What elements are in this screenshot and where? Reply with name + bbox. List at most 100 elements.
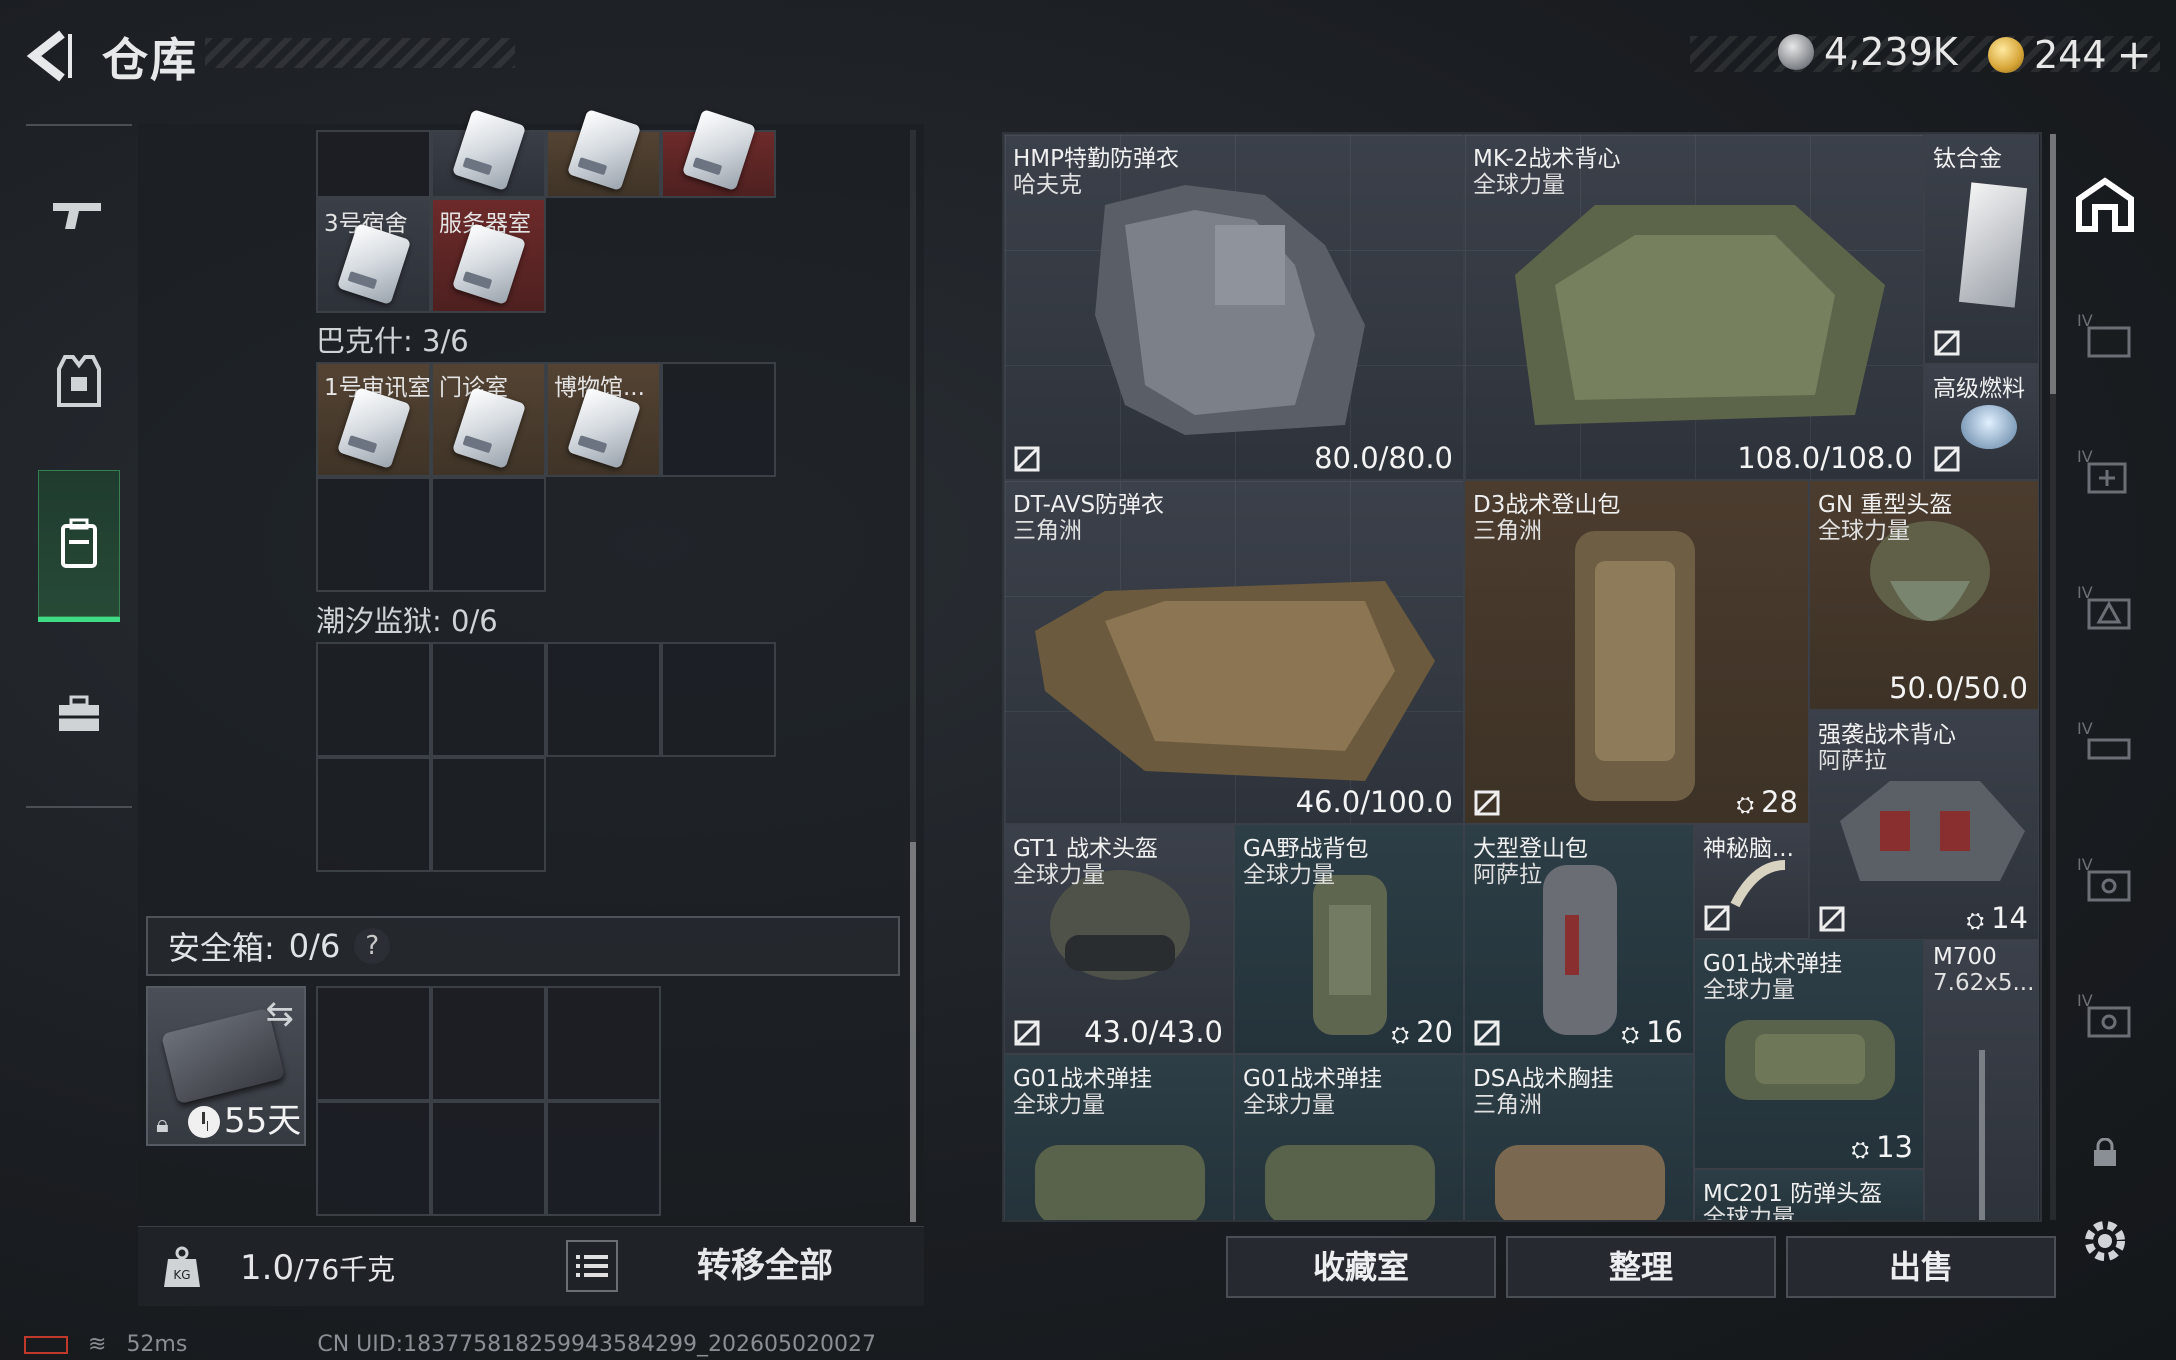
- item-large-backpack[interactable]: 大型登山包 阿萨拉 ⛭ 16: [1464, 824, 1694, 1054]
- settings-button[interactable]: [2070, 1206, 2140, 1276]
- bag-image: [1265, 1145, 1435, 1220]
- warehouse-tab-iv-6[interactable]: IV: [2070, 980, 2140, 1050]
- warehouse-icon: [2076, 177, 2134, 232]
- warehouse-scroll-thumb[interactable]: [2050, 134, 2056, 394]
- battery-icon: [24, 1335, 68, 1354]
- item-dt-avs-vest[interactable]: DT-AVS防弹衣 三角洲 46.0/100.0: [1004, 480, 1464, 824]
- svg-text:IV: IV: [2077, 719, 2093, 738]
- item-mk2-vest[interactable]: MK-2战术背心 全球力量 108.0/108.0: [1464, 134, 1924, 480]
- grid-cell: [316, 642, 431, 757]
- item-gn-helmet[interactable]: GN 重型头盔 全球力量 50.0/50.0: [1809, 480, 2039, 710]
- item-g01-chest-rig[interactable]: G01战术弹挂 全球力量: [1234, 1054, 1464, 1220]
- item-m700-ammo[interactable]: M700 7.62x5...: [1924, 939, 2039, 1220]
- keycard-clinic[interactable]: 门诊室: [431, 362, 546, 477]
- grid-cell: [546, 642, 661, 757]
- item-premium-fuel[interactable]: 高级燃料: [1924, 364, 2039, 480]
- keycard-dorm-3[interactable]: 3号宿舍: [316, 198, 431, 313]
- safe-days-remaining: 55天: [224, 1101, 302, 1141]
- sort-button[interactable]: 整理: [1506, 1236, 1776, 1298]
- keycard-museum[interactable]: 博物馆...: [546, 362, 661, 477]
- camera-box-icon: IV: [2077, 991, 2131, 1038]
- warehouse-tab-iv-3[interactable]: IV: [2070, 572, 2140, 642]
- gear-box-icon: IV: [2077, 855, 2131, 902]
- warehouse-tab-iv-5[interactable]: IV: [2070, 844, 2140, 914]
- svg-text:KG: KG: [173, 1268, 190, 1282]
- safe-slot: [316, 986, 431, 1101]
- item-ga-backpack[interactable]: GA野战背包 全球力量 ⛭ 20: [1234, 824, 1464, 1054]
- nav-weapons[interactable]: [38, 160, 120, 270]
- stash-scroll-thumb[interactable]: [910, 842, 916, 1222]
- collection-room-button[interactable]: 收藏室: [1226, 1236, 1496, 1298]
- safe-slot: [431, 1101, 546, 1216]
- add-currency-button[interactable]: +: [2117, 30, 2152, 79]
- item-g01-chest-rig[interactable]: G01战术弹挂 全球力量 ⛭ 13: [1694, 939, 1924, 1169]
- medkit-icon: IV: [2077, 447, 2127, 494]
- item-mc201-helmet[interactable]: MC201 防弹头盔 全球力量: [1694, 1169, 1924, 1220]
- silver-coin-icon: [1778, 34, 1814, 70]
- capacity-icon: ⛭: [1391, 1023, 1417, 1048]
- transfer-all-button[interactable]: 转移全部: [660, 1236, 870, 1296]
- no-insure-icon: [1819, 906, 1845, 932]
- item-hmp-vest[interactable]: HMP特勤防弹衣 哈夫克 80.0/80.0: [1004, 134, 1464, 480]
- swap-icon[interactable]: ⇆: [266, 994, 295, 1034]
- nav-container[interactable]: [38, 470, 120, 622]
- bag-image: [1495, 1145, 1665, 1220]
- item-g01-chest-rig[interactable]: G01战术弹挂 全球力量: [1004, 1054, 1234, 1220]
- gear-icon: [2085, 1221, 2125, 1261]
- safe-box-count: 0/6: [288, 927, 341, 965]
- item-dsa-chest-rig[interactable]: DSA战术胸挂 三角洲: [1464, 1054, 1694, 1220]
- safe-box-item[interactable]: ⇆ 🔒︎ 55天: [146, 986, 306, 1146]
- gold-amount: 244: [2034, 32, 2107, 77]
- warehouse-tab-main[interactable]: [2070, 170, 2140, 240]
- weapon-box-icon: IV: [2077, 719, 2131, 760]
- lock-tab[interactable]: [2070, 1118, 2140, 1188]
- nav-toolbox[interactable]: [38, 660, 120, 770]
- fuel-can: [1961, 405, 2017, 449]
- gold-coin-icon: [1988, 36, 2024, 73]
- safe-slot: [546, 1101, 661, 1216]
- backpack-icon: [61, 518, 97, 568]
- warehouse-panel: HMP特勤防弹衣 哈夫克 80.0/80.0 MK-2战术背心 全球力量 108…: [1002, 132, 2042, 1222]
- toolbox-icon: [59, 695, 99, 731]
- grid-cell: [431, 757, 546, 872]
- list-view-button[interactable]: [566, 1240, 618, 1292]
- warehouse-tab-iv-2[interactable]: IV: [2070, 436, 2140, 506]
- item-assault-vest[interactable]: 强袭战术背心 阿萨拉 ⛭ 14: [1809, 710, 2039, 940]
- no-insure-icon: [1704, 905, 1730, 931]
- nav-armor[interactable]: [38, 326, 120, 436]
- item-mystery-brain[interactable]: 神秘脑...: [1694, 824, 1809, 939]
- keycard-item[interactable]: [546, 109, 661, 198]
- help-button[interactable]: ?: [354, 928, 391, 964]
- item-d3-backpack[interactable]: D3战术登山包 三角洲 ⛭ 28: [1464, 480, 1809, 824]
- no-insure-icon: [1474, 790, 1500, 816]
- grid-cell: [316, 477, 431, 592]
- bag-image: [1035, 1145, 1205, 1220]
- capacity-icon: ⛭: [1621, 1023, 1647, 1048]
- item-gt1-helmet[interactable]: GT1 战术头盔 全球力量 43.0/43.0: [1004, 824, 1234, 1054]
- sell-button[interactable]: 出售: [1786, 1236, 2056, 1298]
- keycard-item[interactable]: [431, 109, 546, 198]
- section-tide-prison: 潮汐监狱: 0/6: [316, 604, 498, 638]
- keycard-interrogation-1[interactable]: 1号审讯室: [316, 362, 431, 477]
- weight-current: 1.0: [240, 1248, 295, 1288]
- item-titanium[interactable]: 钛合金: [1924, 134, 2039, 364]
- vest-icon: [57, 355, 101, 407]
- no-insure-icon: [1474, 1020, 1500, 1046]
- keycard-server-room[interactable]: 服务器室: [431, 198, 546, 313]
- backpack-image: [1543, 865, 1617, 1035]
- grid-cell: [316, 130, 431, 198]
- armor-box-icon: IV: [2077, 583, 2131, 630]
- uid: CN UID:18377581825994358429​9_2026050200…: [317, 1332, 876, 1357]
- keycard-item[interactable]: [661, 109, 776, 198]
- grid-cell: [661, 362, 776, 477]
- lock-icon: 🔒︎: [156, 1110, 169, 1138]
- no-insure-icon: [1014, 1020, 1040, 1046]
- currency-gold[interactable]: 244 +: [1988, 30, 2152, 79]
- warehouse-tab-iv-4[interactable]: IV: [2070, 708, 2140, 778]
- warehouse-tab-iv-1[interactable]: IV: [2070, 300, 2140, 370]
- gun-icon: [53, 203, 101, 229]
- currency-silver: 4,239K: [1778, 30, 1958, 74]
- vest-image: [1840, 781, 2025, 881]
- ping: 52ms: [126, 1332, 188, 1357]
- back-button[interactable]: [22, 28, 82, 84]
